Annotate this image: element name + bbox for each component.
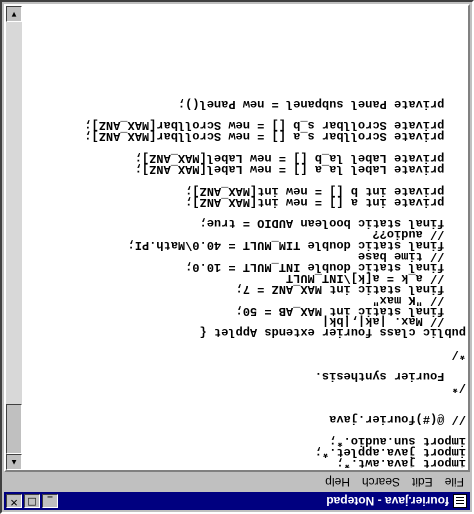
notepad-icon[interactable] <box>453 494 467 508</box>
code-line: final static boolean AUDIO = true; <box>199 216 466 231</box>
menu-bar: File Edit Search Help <box>4 473 470 491</box>
scroll-down-button[interactable]: ▼ <box>6 6 22 22</box>
code-line: private Scrollbar s_a [] = new Scrollbar… <box>84 129 466 144</box>
code-line: import sun.audio.*; <box>329 434 466 449</box>
menu-help[interactable]: Help <box>319 475 356 489</box>
window-controls: _ □ ✕ <box>6 494 60 508</box>
code-line: Fourier synthesis. <box>314 368 466 383</box>
notepad-window: fourier.java - Notepad _ □ ✕ File Edit S… <box>0 0 474 514</box>
code-line: private Panel subpanel = new Panel(); <box>177 96 466 111</box>
window-title: fourier.java - Notepad <box>326 494 449 508</box>
code-line: private Label la_b [] = new Label[MAX_AN… <box>134 151 466 166</box>
maximize-button[interactable]: □ <box>24 494 40 508</box>
vertical-scrollbar[interactable]: ▲ ▼ <box>6 6 22 470</box>
code-line: public class fourier extends Applet { <box>199 325 466 340</box>
close-button[interactable]: ✕ <box>6 494 22 508</box>
code-line: */ <box>451 347 466 362</box>
code-line: // @(#)fourier.java <box>329 412 466 427</box>
scroll-up-button[interactable]: ▲ <box>6 454 22 470</box>
minimize-button[interactable]: _ <box>42 494 58 508</box>
scroll-thumb[interactable] <box>6 404 22 454</box>
menu-edit[interactable]: Edit <box>406 475 439 489</box>
title-bar[interactable]: fourier.java - Notepad _ □ ✕ <box>4 492 470 510</box>
code-line: private Scrollbar s_b [] = new Scrollbar… <box>84 118 466 133</box>
code-line: private int b [] = new int[MAX_ANZ]; <box>185 183 466 198</box>
code-text[interactable]: import java.awt.*; import java.applet.*; i… <box>26 8 466 468</box>
text-editor[interactable]: import java.awt.*; import java.applet.*; i… <box>4 4 470 472</box>
menu-search[interactable]: Search <box>356 475 406 489</box>
menu-file[interactable]: File <box>439 475 470 489</box>
